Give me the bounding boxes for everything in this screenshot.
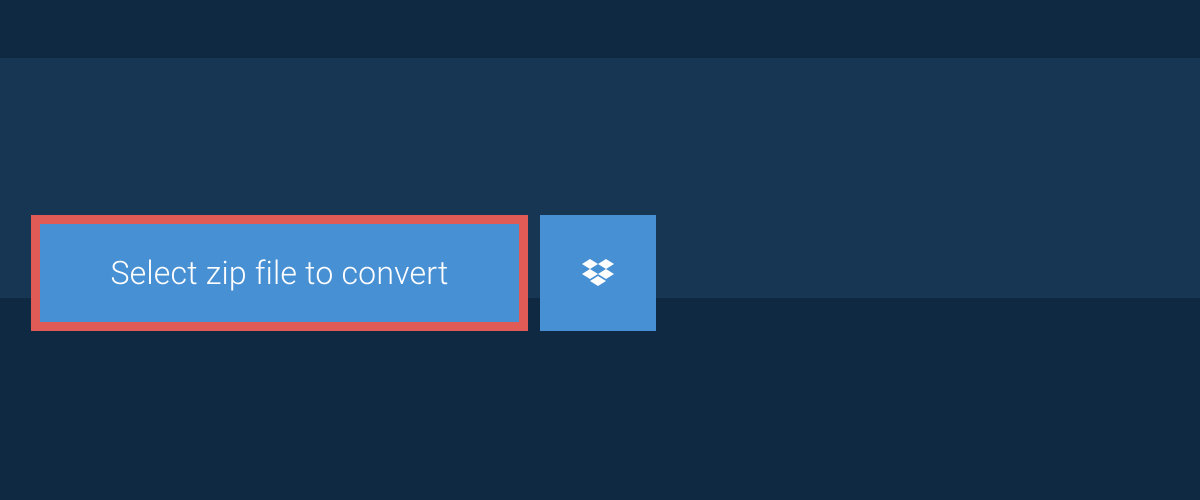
dropbox-icon: [578, 253, 618, 293]
converter-panel: Select zip file to convert: [0, 58, 1200, 298]
dropbox-button[interactable]: [540, 215, 656, 331]
select-file-label: Select zip file to convert: [110, 254, 448, 292]
button-row: Select zip file to convert: [31, 215, 656, 331]
select-file-button[interactable]: Select zip file to convert: [31, 215, 528, 331]
